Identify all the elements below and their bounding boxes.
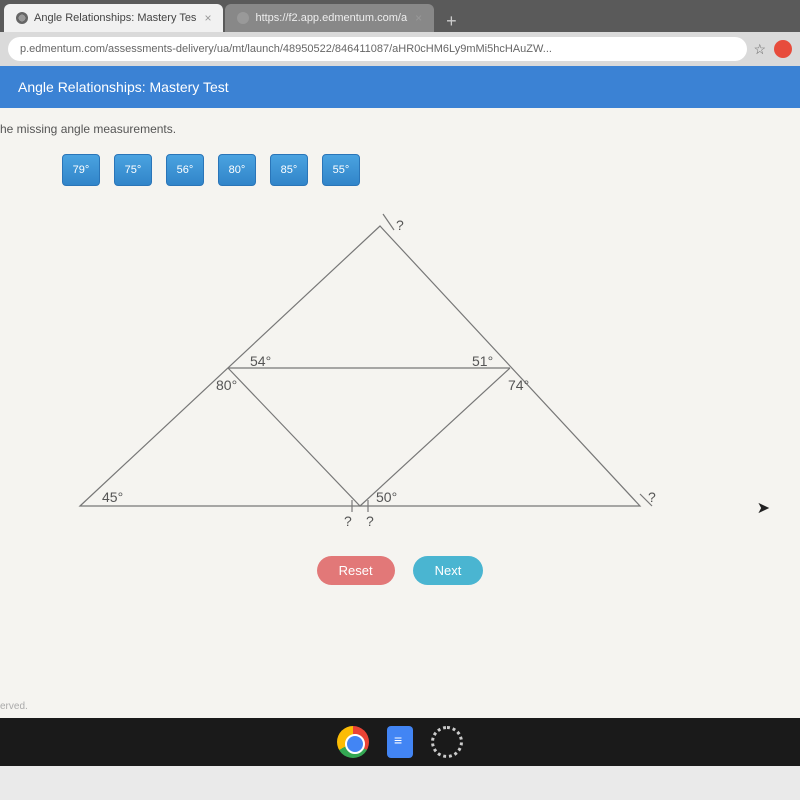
action-buttons: Reset Next	[0, 556, 800, 585]
angle-label: ?	[344, 513, 352, 529]
extension-icon[interactable]	[774, 40, 792, 58]
chrome-icon[interactable]	[337, 726, 369, 758]
mouse-cursor-icon: ➤	[757, 498, 770, 518]
instruction-text: he missing angle measurements.	[0, 122, 800, 136]
angle-label: 45°	[102, 489, 123, 505]
tab-inactive[interactable]: https://f2.app.edmentum.com/a ×	[225, 4, 434, 32]
angle-label: 74°	[508, 377, 529, 393]
angle-tile[interactable]: 85°	[270, 154, 308, 186]
angle-label: 50°	[376, 489, 397, 505]
angle-label: ?	[648, 489, 656, 505]
tab-active[interactable]: Angle Relationships: Mastery Tes ×	[4, 4, 223, 32]
angle-tile[interactable]: 55°	[322, 154, 360, 186]
angle-label: 80°	[216, 377, 237, 393]
tab-label: https://f2.app.edmentum.com/a	[255, 12, 407, 24]
angle-tiles-row: 79° 75° 56° 80° 85° 55°	[0, 154, 800, 186]
angle-label: ?	[366, 513, 374, 529]
page-title: Angle Relationships: Mastery Test	[18, 79, 229, 95]
next-button[interactable]: Next	[413, 556, 484, 585]
url-text: p.edmentum.com/assessments-delivery/ua/m…	[20, 43, 552, 55]
angle-tile[interactable]: 75°	[114, 154, 152, 186]
angle-label: ?	[396, 217, 404, 233]
angle-tile[interactable]: 79°	[62, 154, 100, 186]
page-header: Angle Relationships: Mastery Test	[0, 66, 800, 108]
footer-text: erved.	[0, 701, 28, 712]
bookmark-icon[interactable]: ☆	[753, 41, 766, 58]
url-input[interactable]: p.edmentum.com/assessments-delivery/ua/m…	[8, 37, 747, 61]
angle-tile[interactable]: 56°	[166, 154, 204, 186]
reset-button[interactable]: Reset	[317, 556, 395, 585]
docs-icon[interactable]	[387, 726, 413, 758]
content-area: he missing angle measurements. 79° 75° 5…	[0, 108, 800, 718]
tab-favicon	[237, 12, 249, 24]
close-icon[interactable]: ×	[415, 11, 422, 25]
url-bar: p.edmentum.com/assessments-delivery/ua/m…	[0, 32, 800, 66]
new-tab-button[interactable]: +	[436, 11, 467, 32]
browser-tabs-bar: Angle Relationships: Mastery Tes × https…	[0, 0, 800, 32]
tab-favicon	[16, 12, 28, 24]
os-taskbar	[0, 718, 800, 766]
triangle-diagram: ? 80° 54° 51° 74° 45° 50° ? ? ?	[40, 206, 660, 536]
loading-icon	[431, 726, 463, 758]
close-icon[interactable]: ×	[204, 11, 211, 25]
tab-label: Angle Relationships: Mastery Tes	[34, 12, 196, 24]
angle-label: 51°	[472, 353, 493, 369]
angle-tile[interactable]: 80°	[218, 154, 256, 186]
angle-label: 54°	[250, 353, 271, 369]
